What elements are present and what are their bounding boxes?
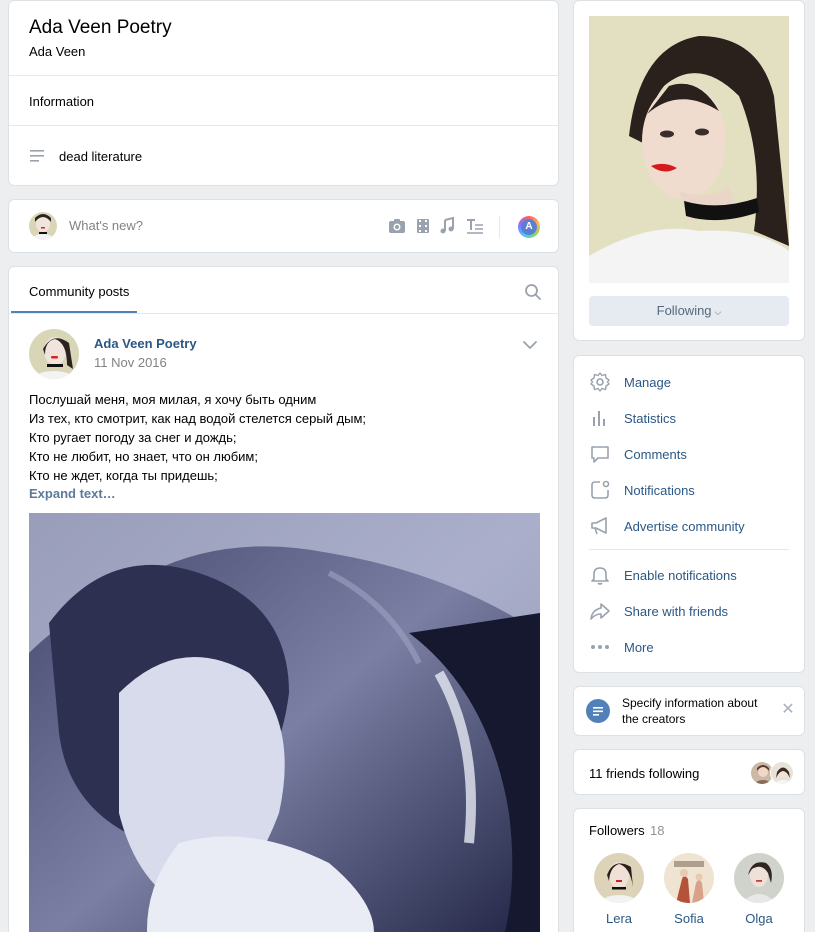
menu-item-notifications[interactable]: Notifications <box>589 478 789 502</box>
divider <box>9 125 558 126</box>
followers-card: Followers 18 Lera Sofia Olga <box>573 808 805 932</box>
follower-name: Sofia <box>674 911 704 926</box>
search-icon[interactable] <box>524 283 542 301</box>
menu-item-manage[interactable]: Manage <box>589 370 789 394</box>
music-icon[interactable] <box>437 216 457 236</box>
expand-text-link[interactable]: Expand text… <box>29 486 116 501</box>
post-author-avatar[interactable] <box>29 329 79 379</box>
avatar <box>29 212 57 240</box>
post-line: Кто не ждет, когда ты придешь; <box>29 468 218 483</box>
article-icon[interactable] <box>465 216 485 236</box>
menu-item-label: Manage <box>624 374 671 390</box>
community-cover-photo[interactable] <box>589 16 789 283</box>
bar-chart-icon <box>593 411 605 426</box>
following-label: Following <box>656 303 712 318</box>
menu-item-comments[interactable]: Comments <box>589 442 789 466</box>
bell-icon <box>591 567 609 585</box>
chevron-down-icon[interactable] <box>522 339 538 351</box>
page-subtitle: Ada Veen <box>29 44 86 59</box>
post-photo[interactable] <box>29 513 540 932</box>
menu-item-label: Advertise community <box>624 518 745 534</box>
post-line: Послушай меня, моя милая, я хочу быть од… <box>29 392 317 407</box>
follower-name: Olga <box>745 911 773 926</box>
follower-avatar <box>734 853 784 903</box>
close-icon[interactable]: ✕ <box>779 701 797 719</box>
friends-following-text: 11 friends following <box>589 766 700 781</box>
menu-item-more[interactable]: More <box>589 635 789 659</box>
whats-new-input[interactable]: What's new? <box>69 218 143 233</box>
status-row: dead literature <box>29 146 142 166</box>
divider <box>9 75 558 76</box>
info-list-icon <box>586 699 610 723</box>
menu-item-label: More <box>624 639 654 655</box>
menu-item-enable-notifications[interactable]: Enable notifications <box>589 563 789 587</box>
post-author-name[interactable]: Ada Veen Poetry <box>94 336 197 351</box>
post-text: Послушай меня, моя милая, я хочу быть од… <box>29 390 529 485</box>
information-link[interactable]: Information <box>29 94 94 109</box>
comment-icon <box>591 446 609 463</box>
chevron-down-icon: ⌵ <box>714 307 722 317</box>
notice-text: Specify information about the creators <box>622 696 758 726</box>
profile-card: Following ⌵ <box>573 0 805 341</box>
follower-avatar <box>664 853 714 903</box>
menu-item-label: Enable notifications <box>624 567 737 583</box>
post-line: Из тех, кто смотрит, как над водой стеле… <box>29 411 367 426</box>
menu-item-label: Comments <box>624 446 687 462</box>
community-actions-menu: Manage Statistics Comments Notifications… <box>573 355 805 673</box>
followers-count: 18 <box>650 823 665 838</box>
friend-avatar <box>770 761 794 785</box>
followers-title[interactable]: Followers <box>589 823 645 838</box>
text-lines-icon <box>30 150 44 162</box>
post-composer: What's new? A <box>8 199 559 253</box>
post-date[interactable]: 11 Nov 2016 <box>94 355 167 370</box>
following-button[interactable]: Following ⌵ <box>589 296 789 326</box>
page-title: Ada Veen Poetry <box>29 17 172 38</box>
community-header-card: Ada Veen Poetry Ada Veen Information dea… <box>8 0 559 186</box>
tab-community-posts[interactable]: Community posts <box>29 284 129 299</box>
post-line: Кто не любит, но знает, что он любим; <box>29 449 258 464</box>
follower-name: Lera <box>605 911 633 926</box>
gear-icon <box>590 372 610 392</box>
post-line: Кто ругает погоду за снег и дождь; <box>29 430 237 445</box>
menu-item-statistics[interactable]: Statistics <box>589 406 789 430</box>
more-dots-icon <box>591 645 609 649</box>
video-icon[interactable] <box>413 216 433 236</box>
status-text: dead literature <box>59 148 143 164</box>
share-icon <box>590 603 610 620</box>
divider <box>589 549 789 550</box>
megaphone-icon <box>591 517 607 535</box>
divider <box>499 216 500 238</box>
follower-item[interactable]: Sofia <box>659 853 719 926</box>
menu-item-label: Statistics <box>624 410 677 426</box>
friends-following-card[interactable]: 11 friends following <box>573 749 805 795</box>
menu-item-advertise[interactable]: Advertise community <box>589 514 789 538</box>
creators-info-notice[interactable]: Specify information about the creators ✕ <box>573 686 805 736</box>
follower-avatar <box>594 853 644 903</box>
notification-icon <box>591 480 610 499</box>
camera-icon[interactable] <box>387 216 407 236</box>
community-posts-card: Community posts Ada Veen Poetry 11 Nov 2… <box>8 266 559 932</box>
post-as-switch[interactable]: A <box>518 216 540 238</box>
divider <box>9 313 558 314</box>
menu-item-label: Notifications <box>624 482 695 498</box>
author-initial: A <box>521 219 537 235</box>
follower-item[interactable]: Olga <box>729 853 789 926</box>
follower-item[interactable]: Lera <box>589 853 649 926</box>
menu-item-share[interactable]: Share with friends <box>589 599 789 623</box>
menu-item-label: Share with friends <box>624 603 729 619</box>
